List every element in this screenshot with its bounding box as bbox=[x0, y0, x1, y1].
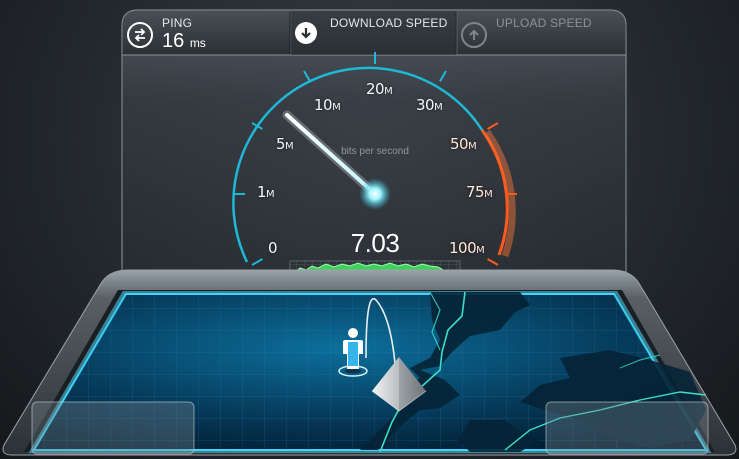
tick-label-10m-num: 10 bbox=[314, 96, 333, 114]
upload-arrow-icon bbox=[461, 22, 487, 48]
tick-label-10m: 10M bbox=[314, 96, 341, 114]
tick-label-20m: 20M bbox=[366, 80, 393, 98]
tick-label-0-num: 0 bbox=[268, 239, 278, 257]
tick-label-50m: 50M bbox=[450, 135, 477, 153]
tick-label-75m-num: 75 bbox=[466, 183, 485, 201]
upload-tab[interactable]: UPLOAD SPEED bbox=[458, 10, 624, 54]
tick-label-1m-num: 1 bbox=[257, 183, 267, 201]
download-arrow-icon bbox=[295, 22, 317, 44]
tick-label-30m-num: 30 bbox=[416, 96, 435, 114]
tick-label-30m: 30M bbox=[416, 96, 443, 114]
test-tabs-bar: PING 16 ms DOWNLOAD SPEED UPLOAD SPEED bbox=[122, 10, 626, 55]
tick-label-50m-num: 50 bbox=[450, 135, 469, 153]
ping-unit: ms bbox=[189, 36, 206, 50]
swap-arrows-icon bbox=[127, 22, 153, 48]
tick-label-100m: 100M bbox=[449, 239, 485, 257]
ping-value-text: 16 ms bbox=[162, 30, 206, 53]
speed-reading: 7.03 bbox=[350, 228, 400, 258]
tick-label-5m-suffix: M bbox=[285, 141, 294, 152]
tick-label-10m-suffix: M bbox=[332, 102, 341, 113]
user-icon bbox=[336, 326, 370, 378]
upload-label: UPLOAD SPEED bbox=[496, 16, 592, 30]
download-label: DOWNLOAD SPEED bbox=[330, 16, 448, 30]
tick-label-50m-suffix: M bbox=[468, 141, 477, 152]
tick-label-100m-num: 100 bbox=[449, 239, 477, 257]
tick-label-75m-suffix: M bbox=[484, 189, 493, 200]
ping-tab[interactable]: PING 16 ms bbox=[158, 14, 278, 54]
unit-caption: bits per second bbox=[341, 146, 409, 157]
download-tab[interactable]: DOWNLOAD SPEED bbox=[292, 10, 456, 54]
ping-value: 16 bbox=[162, 30, 185, 52]
tick-label-5m-num: 5 bbox=[276, 135, 286, 153]
speedtest-stage: PING 16 ms DOWNLOAD SPEED UPLOAD SPEED 0… bbox=[0, 0, 739, 459]
tick-label-1m: 1M bbox=[257, 183, 275, 201]
tick-label-30m-suffix: M bbox=[434, 102, 443, 113]
server-pyramid-icon bbox=[368, 355, 430, 413]
tick-label-5m: 5M bbox=[276, 135, 294, 153]
ping-label: PING bbox=[162, 16, 193, 30]
tick-label-0: 0 bbox=[268, 239, 278, 257]
tick-label-100m-suffix: M bbox=[476, 245, 485, 256]
tick-label-1m-suffix: M bbox=[266, 189, 275, 200]
tick-label-20m-num: 20 bbox=[366, 80, 385, 98]
tick-label-75m: 75M bbox=[466, 183, 493, 201]
tick-label-20m-suffix: M bbox=[384, 86, 393, 97]
